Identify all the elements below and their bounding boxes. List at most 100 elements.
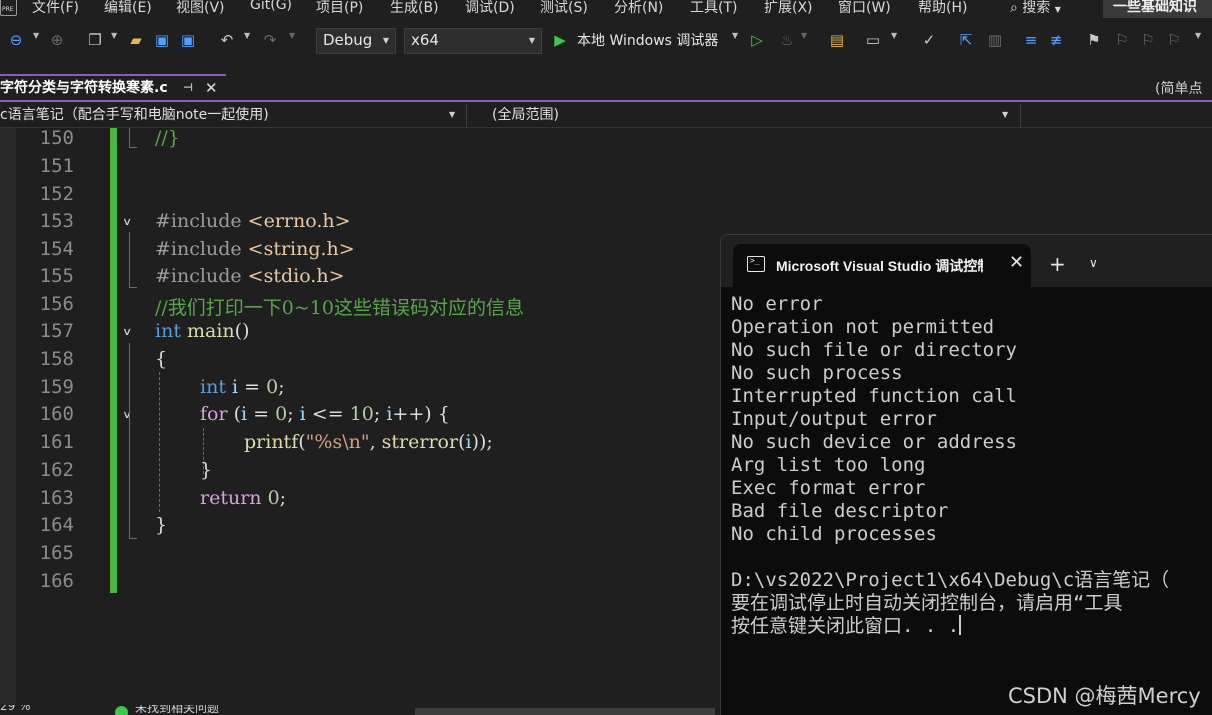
punctuation: )); — [471, 431, 493, 453]
bookmark-icon[interactable]: ⚑ — [1083, 29, 1105, 51]
open-folder-icon[interactable]: ▰ — [125, 29, 147, 51]
solution-name[interactable]: 一些基础知识 — [1103, 0, 1212, 18]
menu-tools[interactable]: 工具(T) — [690, 0, 737, 17]
function-name: strerror — [381, 431, 459, 453]
horizontal-scrollbar[interactable] — [415, 708, 715, 715]
back-dropdown-icon[interactable]: ▼ — [33, 31, 39, 40]
document-tab-active[interactable]: 字符分类与字符转换寒素.c ⊣ ✕ — [0, 74, 226, 101]
search-button[interactable]: ⌕ 搜索 ▼ — [1010, 0, 1061, 17]
debug-console-window[interactable]: Microsoft Visual Studio 调试控制台 ✕ + ∨ No e… — [720, 234, 1212, 715]
new-item-icon[interactable]: ❐ — [84, 29, 106, 51]
keyword: return — [200, 487, 262, 509]
prev-bookmark-icon[interactable]: ⚐ — [1111, 29, 1133, 51]
console-line: Operation not permitted — [731, 316, 995, 338]
close-icon[interactable]: ✕ — [1009, 252, 1024, 273]
preprocessor-directive: #include — [155, 265, 242, 287]
uncomment-lines-icon[interactable]: ≢ — [1045, 29, 1067, 51]
outline-guide — [129, 147, 137, 148]
line-number: 161 — [39, 431, 74, 453]
select-cursor-icon[interactable]: ⇱ — [955, 29, 977, 51]
terminal-icon — [747, 256, 765, 272]
toolbar-overflow-icon[interactable]: ▼ — [1195, 31, 1201, 40]
watermark: CSDN @梅茜Mercy — [1008, 684, 1201, 708]
menu-debug[interactable]: 调试(D) — [465, 0, 515, 17]
browse-folder-icon[interactable]: ▤ — [826, 29, 848, 51]
console-line: Arg list too long — [731, 454, 926, 476]
document-tab-other[interactable]: (简单点 — [1155, 78, 1202, 98]
line-number: 163 — [39, 487, 74, 509]
issues-status[interactable]: 未找到相关问题 — [135, 705, 219, 715]
configuration-value: Debug — [323, 31, 373, 49]
console-output[interactable]: No error Operation not permitted No such… — [731, 293, 1211, 638]
console-line: Bad file descriptor — [731, 500, 949, 522]
start-debugging-button[interactable]: 本地 Windows 调试器 — [577, 30, 718, 50]
redo-icon[interactable]: ↷ — [259, 29, 281, 51]
outline-guide — [129, 232, 130, 288]
hot-reload-icon[interactable]: ♨ — [776, 29, 798, 51]
navigate-back-icon[interactable]: ⊖ — [5, 29, 27, 51]
debug-target-dropdown-icon[interactable]: ▼ — [732, 31, 738, 40]
string-literal: "%s\n" — [305, 431, 370, 453]
fold-chevron-icon[interactable]: ∨ — [122, 326, 132, 338]
menu-view[interactable]: 视图(V) — [176, 0, 225, 17]
menu-build[interactable]: 生成(B) — [390, 0, 439, 17]
next-bookmark-icon[interactable]: ⚐ — [1137, 29, 1159, 51]
vs-logo-icon: PRE — [0, 0, 17, 16]
undo-icon[interactable]: ↶ — [216, 29, 238, 51]
preprocessor-directive: #include — [155, 210, 242, 232]
format-icon[interactable]: ▥ — [984, 29, 1006, 51]
platform-select[interactable]: x64 ▼ — [404, 28, 542, 54]
start-without-debugging-icon[interactable]: ▷ — [746, 29, 768, 51]
save-icon[interactable]: ▣ — [151, 29, 173, 51]
project-dropdown[interactable]: c语言笔记（配合手写和电脑note一起使用) ▼ — [0, 104, 462, 127]
menu-window[interactable]: 窗口(W) — [838, 0, 891, 17]
menu-analyze[interactable]: 分析(N) — [614, 0, 663, 17]
code-line-159: int i = 0; — [200, 376, 285, 398]
chevron-down-icon[interactable]: ∨ — [1089, 256, 1098, 270]
menu-project[interactable]: 项目(P) — [316, 0, 363, 17]
comment-lines-icon[interactable]: ≡ — [1020, 29, 1042, 51]
console-tab[interactable]: Microsoft Visual Studio 调试控制台 ✕ — [733, 244, 1031, 287]
spell-check-icon[interactable]: ✓ — [918, 29, 940, 51]
clear-bookmarks-icon[interactable]: ⚐ — [1163, 29, 1185, 51]
nav-separator — [466, 104, 467, 128]
code-line-157: int main() — [155, 320, 250, 342]
fold-chevron-icon[interactable]: ∨ — [122, 409, 132, 421]
window-layout-icon[interactable]: ▭ — [862, 29, 884, 51]
fold-chevron-icon[interactable]: ∨ — [122, 216, 132, 228]
menu-file[interactable]: 文件(F) — [32, 0, 79, 17]
punctuation: ) — [424, 403, 432, 425]
console-line: No such process — [731, 362, 903, 384]
zoom-level[interactable]: 29 % — [0, 705, 31, 713]
menu-help[interactable]: 帮助(H) — [918, 0, 967, 17]
start-debugging-icon[interactable]: ▶ — [549, 29, 571, 51]
console-line: Exec format error — [731, 477, 926, 499]
include-file: <string.h> — [247, 238, 355, 260]
menu-extensions[interactable]: 扩展(X) — [764, 0, 813, 17]
pin-icon[interactable]: ⊣ — [183, 76, 193, 100]
navigate-forward-icon[interactable]: ⊕ — [46, 29, 68, 51]
layout-dropdown-icon[interactable]: ▼ — [891, 31, 897, 40]
number-literal: 0 — [266, 376, 279, 398]
console-line: No error — [731, 293, 823, 315]
code-line-160: for (i = 0; i <= 10; i++) { — [200, 403, 450, 425]
menu-git[interactable]: Git(G) — [250, 0, 292, 13]
chevron-down-icon: ▼ — [449, 110, 456, 119]
undo-dropdown-icon[interactable]: ▼ — [244, 31, 250, 40]
scope-dropdown[interactable]: (全局范围) ▼ — [492, 104, 1012, 127]
menu-test[interactable]: 测试(S) — [540, 0, 588, 17]
redo-dropdown-icon[interactable]: ▼ — [289, 31, 295, 40]
menu-edit[interactable]: 编辑(E) — [104, 0, 152, 17]
line-number: 160 — [39, 403, 74, 425]
line-number: 150 — [39, 127, 74, 149]
number-literal: 0 — [275, 403, 288, 425]
code-line-154: #include <string.h> — [155, 238, 355, 260]
close-icon[interactable]: ✕ — [205, 76, 218, 100]
configuration-select[interactable]: Debug ▼ — [316, 28, 396, 54]
new-item-dropdown-icon[interactable]: ▼ — [111, 31, 117, 40]
punctuation: ( — [298, 431, 306, 453]
hot-reload-dropdown-icon[interactable]: ▼ — [801, 31, 807, 40]
new-tab-icon[interactable]: + — [1049, 252, 1066, 276]
outline-guide — [129, 287, 137, 288]
save-all-icon[interactable]: ▣ — [177, 29, 199, 51]
